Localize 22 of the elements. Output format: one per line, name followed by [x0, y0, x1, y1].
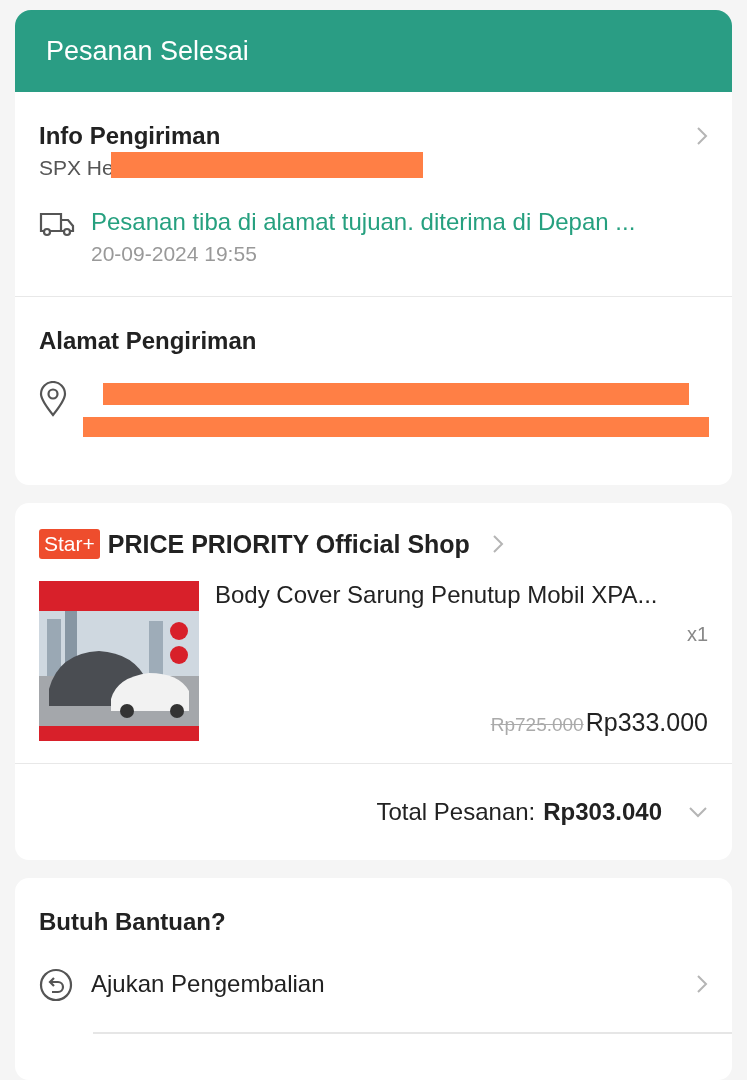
truck-icon: [39, 210, 75, 238]
delivery-status: Pesanan tiba di alamat tujuan. diterima di Depan ...: [91, 208, 636, 236]
help-item[interactable]: Ajukan Pengembalian: [39, 962, 732, 1006]
chevron-right-icon: [696, 974, 708, 994]
location-pin-icon: [39, 381, 67, 417]
section-title: Alamat Pengiriman: [39, 327, 257, 354]
page-title: Pesanan Selesai: [46, 35, 249, 67]
quantity: x1: [686, 623, 708, 646]
timestamp: 20-09-2024 19:55: [91, 242, 258, 266]
section-title: Butuh Bantuan?: [39, 908, 227, 936]
price: Rp333.000: [585, 708, 708, 737]
shop-name[interactable]: PRICE PRIORITY Official Shop: [107, 529, 470, 559]
original-price: Rp725.000: [490, 714, 584, 736]
chevron-right-icon: [491, 534, 504, 554]
chevron-down-icon[interactable]: [688, 806, 708, 818]
return-icon: [39, 968, 73, 1002]
chevron-right-icon: [696, 126, 708, 146]
section-title: Info Pengiriman: [39, 122, 221, 150]
product-name[interactable]: Body Cover Sarung Penutup Mobil XPA...: [215, 581, 708, 609]
star-plus-badge: Star+: [39, 529, 100, 559]
total-label: Total Pesanan:: [376, 798, 536, 826]
total-amount: Rp303.040: [543, 798, 662, 826]
